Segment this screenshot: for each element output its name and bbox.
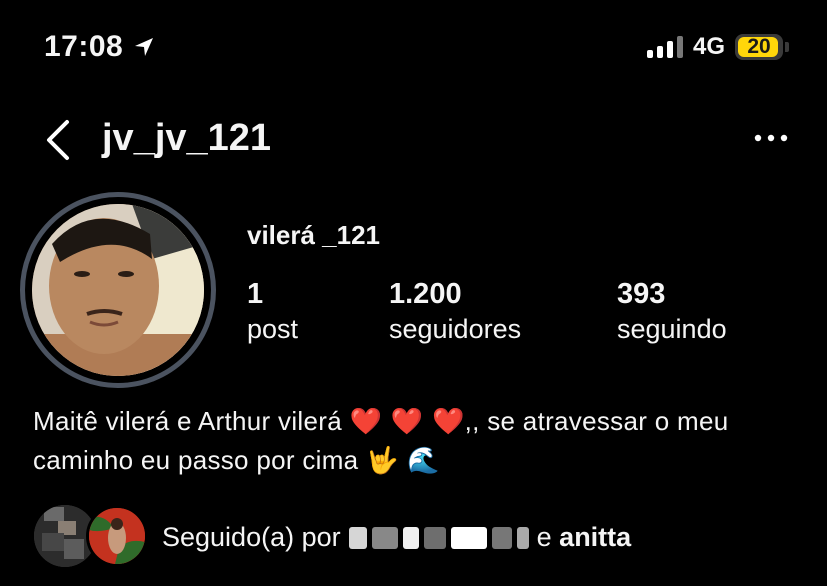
stat-label: seguidores <box>389 314 522 344</box>
followed-by-connector: e <box>536 522 552 552</box>
profile-username: jv_jv_121 <box>102 117 272 159</box>
followed-by-text[interactable]: Seguido(a) por e anitta <box>162 522 631 553</box>
cell-signal-icon <box>646 36 683 58</box>
status-time: 17:08 <box>44 30 155 64</box>
more-options-icon[interactable] <box>753 128 789 148</box>
stat-label: seguindo <box>617 314 727 344</box>
heart-emojis: ❤️ ❤️ ❤️ <box>349 407 465 437</box>
status-indicators: 4G 20 <box>646 33 789 61</box>
battery-icon: 20 <box>735 34 783 60</box>
back-chevron-icon[interactable] <box>40 118 76 162</box>
bio-text: caminho eu passo por cima <box>33 445 359 475</box>
bio-text: Maitê vilerá e Arthur vilerá <box>33 406 342 436</box>
follower-avatar-anitta[interactable] <box>86 505 148 567</box>
network-type: 4G <box>692 33 725 60</box>
display-name: vilerá _121 <box>247 220 381 250</box>
avatar-photo <box>32 204 204 376</box>
stat-value: 1.200 <box>389 278 462 310</box>
avatar[interactable] <box>32 204 204 376</box>
battery-tip <box>785 42 789 52</box>
redacted-names <box>348 526 529 549</box>
bio-text: ,, se atravessar o meu <box>464 406 729 436</box>
rock-and-wave-emojis: 🤟 🌊 <box>365 446 440 476</box>
profile-bio: Maitê vilerá e Arthur vilerá ❤️ ❤️ ❤️,, … <box>33 402 803 480</box>
followed-by-name[interactable]: anitta <box>559 522 631 553</box>
stat-label: post <box>247 314 299 344</box>
battery-level: 20 <box>747 35 771 58</box>
stat-followers[interactable]: 1.200 seguidores <box>389 278 521 345</box>
stat-posts[interactable]: 1 post <box>247 278 298 345</box>
stat-value: 393 <box>617 278 666 310</box>
stat-value: 1 <box>247 278 264 310</box>
stat-following[interactable]: 393 seguindo <box>617 278 727 345</box>
clock: 17:08 <box>44 30 124 63</box>
followed-by-prefix: Seguido(a) por <box>162 522 341 552</box>
location-arrow-icon <box>135 38 154 56</box>
